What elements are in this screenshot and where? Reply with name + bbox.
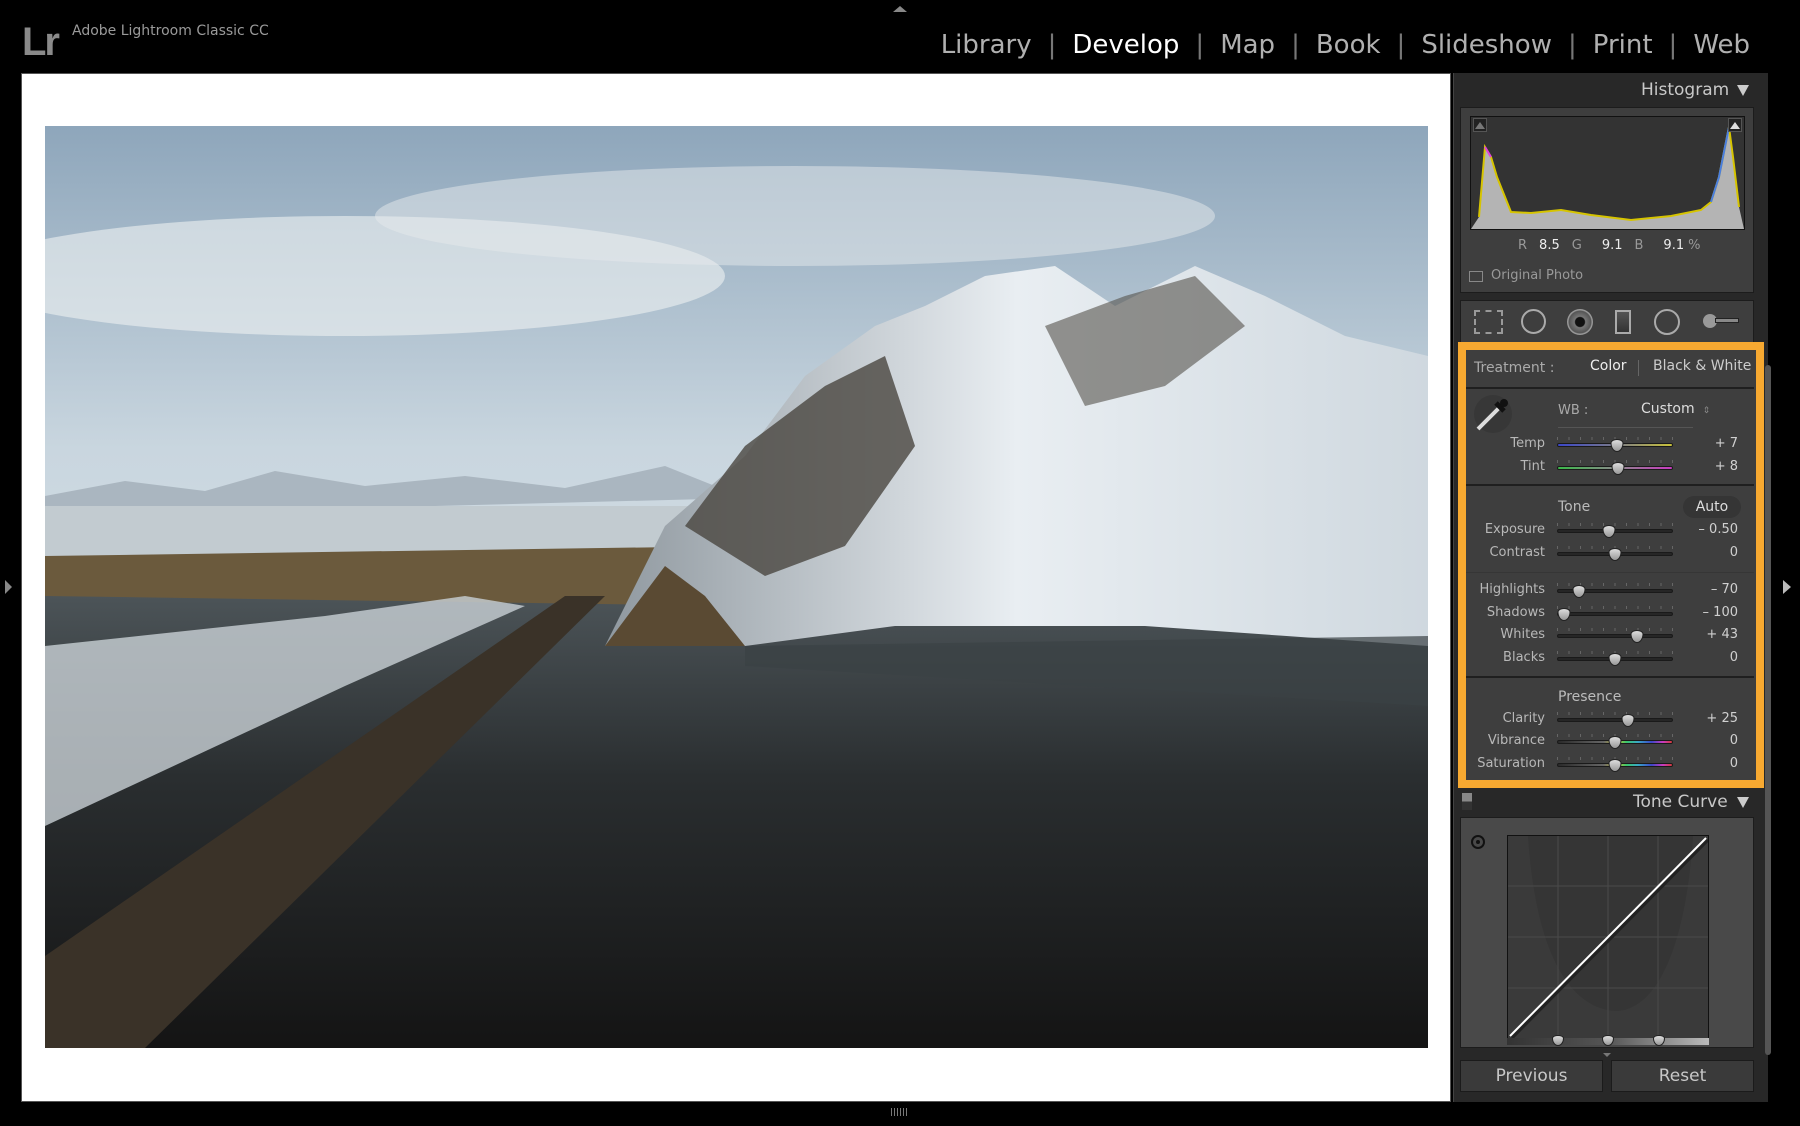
histogram-rgb-readout: R 8.5 G 9.1 B 9.1 % [1518, 238, 1700, 253]
tone-curve-graph[interactable] [1507, 835, 1709, 1039]
previous-button[interactable]: Previous [1460, 1060, 1603, 1092]
whites-label: Whites [1455, 627, 1545, 642]
treatment-divider [1638, 360, 1639, 376]
divider [1466, 676, 1754, 678]
module-separator: | [1397, 30, 1406, 60]
g-label: G [1572, 238, 1582, 253]
whites-slider[interactable] [1557, 634, 1673, 638]
vibrance-label: Vibrance [1455, 733, 1545, 748]
module-separator: | [1568, 30, 1577, 60]
exposure-ticks [1557, 523, 1673, 526]
divider [1466, 572, 1754, 573]
wb-value: Custom [1641, 401, 1695, 417]
tone-curve-header[interactable]: Tone Curve [1633, 792, 1728, 812]
dropdown-arrows-icon: ⇕ [1703, 406, 1711, 416]
module-separator: | [1195, 30, 1204, 60]
radial-filter-icon[interactable] [1654, 309, 1680, 335]
divider [1558, 427, 1693, 428]
targeted-adjustment-icon[interactable] [1471, 835, 1485, 849]
clarity-slider[interactable] [1557, 718, 1673, 722]
exposure-value[interactable]: – 0.50 [1678, 522, 1738, 537]
highlights-label: Highlights [1455, 582, 1545, 597]
blacks-label: Blacks [1455, 650, 1545, 665]
whites-value[interactable]: + 43 [1678, 627, 1738, 642]
right-panel-toggle[interactable] [1783, 580, 1791, 594]
wb-label: WB : [1558, 403, 1588, 418]
tint-value[interactable]: + 8 [1678, 459, 1738, 474]
shadows-label: Shadows [1455, 605, 1545, 620]
module-develop[interactable]: Develop [1072, 30, 1179, 60]
module-separator: | [1291, 30, 1300, 60]
temp-value[interactable]: + 7 [1678, 436, 1738, 451]
original-photo-label: Original Photo [1491, 268, 1583, 283]
treatment-label: Treatment : [1474, 360, 1554, 376]
divider [1466, 484, 1754, 486]
red-eye-icon[interactable] [1567, 309, 1593, 335]
graduated-filter-icon[interactable] [1615, 310, 1631, 334]
spot-removal-icon[interactable] [1521, 309, 1546, 334]
treatment-bw-button[interactable]: Black & White [1653, 358, 1751, 374]
divider [1466, 387, 1754, 389]
collapse-triangle-icon[interactable] [1737, 797, 1749, 808]
crop-tool-icon[interactable] [1474, 310, 1503, 334]
white-balance-eyedropper-icon[interactable] [1474, 395, 1512, 433]
clarity-value[interactable]: + 25 [1678, 711, 1738, 726]
adjustment-brush-icon[interactable] [1703, 313, 1743, 329]
panel-scrollbar[interactable] [1765, 365, 1771, 1055]
module-print[interactable]: Print [1593, 30, 1653, 60]
top-panel-toggle[interactable] [893, 6, 907, 12]
r-value: 8.5 [1539, 238, 1560, 253]
tone-curve-toggle[interactable] [1462, 793, 1472, 810]
histogram-header[interactable]: Histogram [1641, 80, 1729, 100]
photo-preview [45, 126, 1428, 1048]
left-panel-toggle[interactable] [5, 580, 12, 594]
tint-label: Tint [1455, 459, 1545, 474]
module-slideshow[interactable]: Slideshow [1421, 30, 1552, 60]
contrast-value[interactable]: 0 [1678, 545, 1738, 560]
panel-end-marker [1603, 1053, 1611, 1057]
module-book[interactable]: Book [1316, 30, 1381, 60]
histogram-graph [1470, 116, 1745, 230]
treatment-color-button[interactable]: Color [1590, 358, 1627, 374]
percent-sign: % [1688, 238, 1700, 253]
b-label: B [1635, 238, 1644, 253]
whites-ticks [1557, 628, 1673, 631]
temp-label: Temp [1455, 436, 1545, 451]
module-separator: | [1669, 30, 1678, 60]
shadows-value[interactable]: – 100 [1678, 605, 1738, 620]
saturation-value[interactable]: 0 [1678, 756, 1738, 771]
clarity-ticks [1557, 712, 1673, 715]
shadows-ticks [1557, 606, 1673, 609]
wb-dropdown[interactable]: Custom ⇕ [1641, 401, 1710, 417]
blacks-value[interactable]: 0 [1678, 650, 1738, 665]
module-web[interactable]: Web [1693, 30, 1750, 60]
exposure-label: Exposure [1455, 522, 1545, 537]
presence-section-label: Presence [1558, 689, 1621, 705]
g-value: 9.1 [1602, 238, 1623, 253]
module-picker: Library | Develop | Map | Book | Slideshow | Print… [941, 30, 1750, 60]
shadow-clipping-toggle[interactable] [1473, 118, 1487, 132]
lightroom-logo: Lr [22, 20, 58, 65]
collapse-triangle-icon[interactable] [1737, 85, 1749, 96]
saturation-label: Saturation [1455, 756, 1545, 771]
module-separator: | [1048, 30, 1057, 60]
tone-section-label: Tone [1558, 499, 1590, 515]
original-photo-checkbox[interactable] [1469, 271, 1483, 282]
vibrance-value[interactable]: 0 [1678, 733, 1738, 748]
highlight-clipping-toggle[interactable] [1728, 118, 1742, 132]
clarity-label: Clarity [1455, 711, 1545, 726]
reset-button[interactable]: Reset [1611, 1060, 1754, 1092]
b-value: 9.1 [1663, 238, 1684, 253]
module-map[interactable]: Map [1220, 30, 1275, 60]
contrast-label: Contrast [1455, 545, 1545, 560]
auto-tone-button[interactable]: Auto [1683, 496, 1741, 518]
r-label: R [1518, 238, 1527, 253]
highlights-value[interactable]: – 70 [1678, 582, 1738, 597]
module-library[interactable]: Library [941, 30, 1032, 60]
filmstrip-toggle[interactable] [891, 1108, 907, 1116]
shadows-slider[interactable] [1557, 612, 1673, 616]
app-title: Adobe Lightroom Classic CC [72, 23, 269, 39]
